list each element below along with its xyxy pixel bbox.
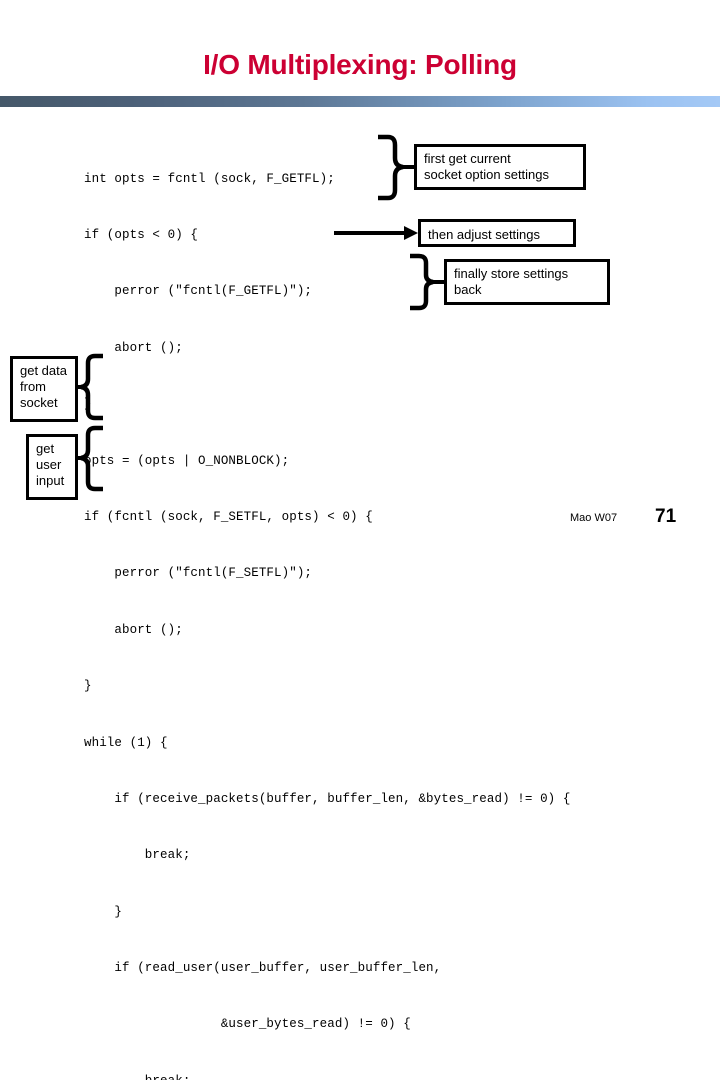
callout-finally-store-settings-back: finally store settings back bbox=[444, 259, 610, 305]
code-line: opts = (opts | O_NONBLOCK); bbox=[84, 453, 290, 468]
code-line: break; bbox=[84, 1072, 570, 1080]
page-title: I/O Multiplexing: Polling bbox=[203, 49, 517, 80]
callout-get-data-from-socket: get data from socket bbox=[10, 356, 78, 422]
code-line: perror ("fcntl(F_SETFL)"); bbox=[84, 566, 313, 581]
code-line: } bbox=[84, 904, 123, 919]
callout-get-user-input: get user input bbox=[26, 434, 78, 500]
code-line: if (fcntl (sock, F_SETFL, opts) < 0) { bbox=[84, 509, 373, 524]
code-line: } bbox=[84, 679, 92, 694]
code-line: if (receive_packets(buffer, buffer_len, … bbox=[84, 791, 571, 806]
code-line: } bbox=[84, 397, 92, 412]
footer-author: Mao W07 bbox=[570, 512, 618, 524]
code-line: abort (); bbox=[84, 622, 183, 637]
code-line: while (1) { bbox=[84, 735, 168, 750]
footer-page-number: 71 bbox=[655, 506, 677, 527]
code-line: &user_bytes_read) != 0) { bbox=[84, 1017, 411, 1032]
code-line: break; bbox=[84, 848, 191, 863]
callout-first-get-current-settings: first get current socket option settings bbox=[414, 144, 586, 190]
code-line: abort (); bbox=[84, 340, 183, 355]
callout-then-adjust-settings: then adjust settings bbox=[418, 219, 576, 247]
code-line: if (read_user(user_buffer, user_buffer_l… bbox=[84, 961, 442, 976]
title-divider-rule bbox=[0, 96, 720, 107]
